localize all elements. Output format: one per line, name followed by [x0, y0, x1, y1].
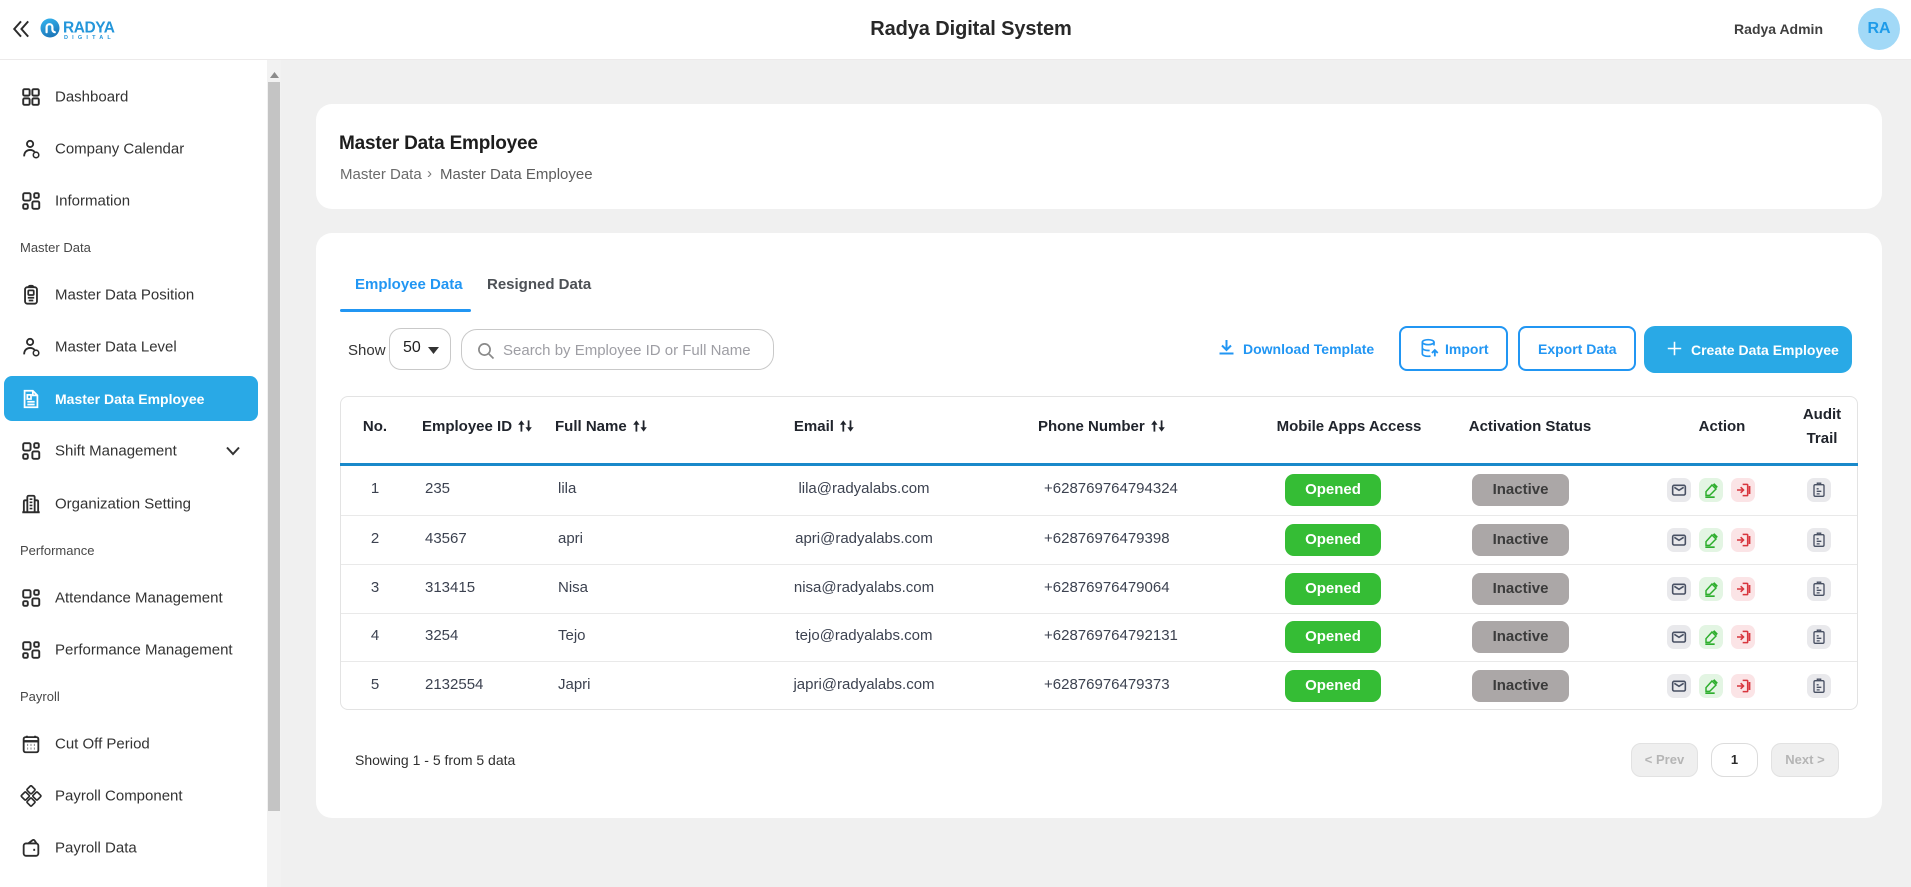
- svg-text:DIGITAL: DIGITAL: [64, 35, 115, 41]
- svg-text:RADYA: RADYA: [63, 20, 115, 37]
